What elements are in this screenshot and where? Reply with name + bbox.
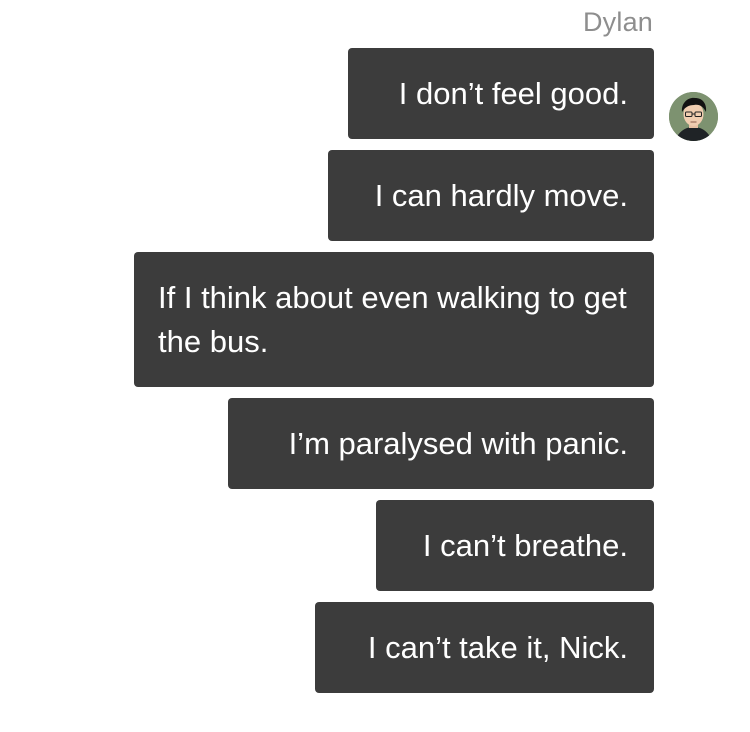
person-avatar-icon <box>669 92 718 141</box>
sender-name: Dylan <box>582 7 653 37</box>
message-bubble: I can’t take it, Nick. <box>315 602 654 693</box>
message-bubble: I can’t breathe. <box>376 500 654 591</box>
message-bubble: If I think about even walking to get the… <box>134 252 654 387</box>
message-bubble: I’m paralysed with panic. <box>228 398 654 489</box>
avatar[interactable] <box>669 92 718 141</box>
message-bubble: I can hardly move. <box>328 150 654 241</box>
message-bubble: I don’t feel good. <box>348 48 654 139</box>
